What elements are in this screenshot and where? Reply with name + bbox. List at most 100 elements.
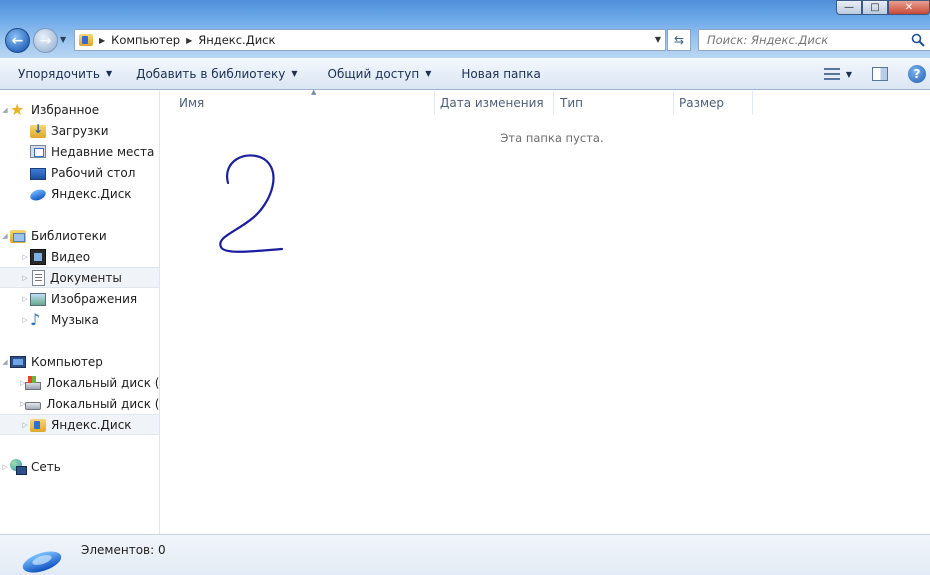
chevron-down-icon: ▼ [425,69,432,78]
expand-triangle-icon[interactable]: ▷ [20,274,30,282]
yandex-disk-folder-icon [30,419,46,432]
nav-item-label: Недавние места [51,144,155,159]
nav-item-yandex-disk[interactable]: ▷ Яндекс.Диск [0,414,159,435]
nav-favorites[interactable]: ◢ ★ Избранное [0,99,159,120]
view-options-dropdown[interactable]: ▼ [846,70,852,79]
nav-item-recent-places[interactable]: Недавние места [0,141,159,162]
minimize-icon: — [844,2,854,13]
organize-button[interactable]: Упорядочить ▼ [18,67,112,81]
recent-places-icon [30,145,46,158]
nav-item-images[interactable]: ▷ Изображения [0,288,159,309]
libraries-icon [10,230,26,243]
breadcrumb-separator-icon[interactable]: ▶ [186,36,192,45]
forward-button[interactable]: → [33,28,58,53]
recent-pages-dropdown[interactable]: ▼ [60,35,66,44]
address-bar[interactable]: ▶ Компьютер ▶ Яндекс.Диск ▼ [74,29,666,51]
title-bar: — □ ✕ ← → ▼ ▶ Компьютер ▶ Яндекс.Диск ▼ … [0,0,930,58]
organize-label: Упорядочить [18,66,100,81]
nav-item-label: Музыка [51,312,99,327]
expand-triangle-icon[interactable]: ▷ [20,295,30,303]
nav-libraries-label: Библиотеки [31,228,107,243]
command-bar: Упорядочить ▼ Добавить в библиотеку ▼ Об… [0,58,930,90]
new-folder-button[interactable]: Новая папка [461,67,540,81]
column-header-label: Размер [679,96,725,110]
address-history-dropdown[interactable]: ▼ [655,35,661,44]
star-icon: ★ [10,99,25,119]
nav-computer-label: Компьютер [31,354,103,369]
nav-item-yandex-disk-favorite[interactable]: Яндекс.Диск [0,183,159,204]
empty-folder-message: Эта папка пуста. [500,131,604,145]
breadcrumb-separator-icon[interactable]: ▶ [99,36,105,45]
collapse-triangle-icon[interactable]: ◢ [0,358,10,366]
expand-triangle-icon[interactable]: ▷ [20,253,30,261]
handwritten-number-annotation [219,154,284,253]
search-box[interactable] [698,29,930,51]
column-header-date-modified[interactable]: Дата изменения [434,91,554,115]
search-input[interactable] [707,33,907,47]
chevron-down-icon: ▼ [291,69,298,78]
share-button[interactable]: Общий доступ ▼ [328,67,432,81]
nav-item-label: Яндекс.Диск [51,417,132,432]
nav-item-desktop[interactable]: Рабочий стол [0,162,159,183]
help-icon[interactable]: ? [908,65,926,83]
nav-libraries[interactable]: ◢ Библиотеки [0,225,159,246]
nav-item-music[interactable]: ▷ ♪ Музыка [0,309,159,330]
navigation-pane: ◢ ★ Избранное Загрузки Недавние места Ра… [0,91,160,534]
column-header-type[interactable]: Тип [554,91,674,115]
nav-item-label: Изображения [51,291,138,306]
column-header-size[interactable]: Размер [673,91,753,115]
nav-item-label: Видео [51,249,91,264]
close-button[interactable]: ✕ [888,0,930,15]
items-count: Элементов: 0 [81,543,166,557]
refresh-icon: ⇆ [673,33,685,47]
breadcrumb-yandex-disk[interactable]: Яндекс.Диск [198,33,275,47]
expand-triangle-icon[interactable]: ▷ [0,463,10,471]
toolbar-right: ▼ ? [823,58,930,90]
new-folder-label: Новая папка [461,66,541,81]
file-list[interactable]: Имя ▲ Дата изменения Тип Размер Эта папк… [161,88,930,534]
breadcrumb-computer[interactable]: Компьютер [111,33,180,47]
add-to-library-button[interactable]: Добавить в библиотеку ▼ [136,67,297,81]
search-icon[interactable] [911,33,925,47]
view-options-icon[interactable] [823,68,840,80]
collapse-triangle-icon[interactable]: ◢ [0,232,10,240]
downloads-folder-icon [30,122,46,138]
nav-item-video[interactable]: ▷ Видео [0,246,159,267]
nav-computer[interactable]: ◢ Компьютер [0,351,159,372]
nav-item-label: Локальный диск (C [46,375,160,390]
sort-ascending-icon: ▲ [311,88,317,96]
back-button[interactable]: ← [5,28,30,53]
nav-item-label: Документы [50,270,122,285]
maximize-button[interactable]: □ [862,0,888,15]
yandex-disk-large-icon [22,551,62,573]
yandex-disk-icon [28,187,48,203]
window-controls: — □ ✕ [836,0,930,15]
nav-item-disk-d[interactable]: ▷ Локальный диск (D [0,393,160,414]
column-header-name[interactable]: Имя ▲ [173,88,435,115]
nav-item-documents[interactable]: ▷ Документы [0,267,159,288]
nav-item-label: Яндекс.Диск [51,186,132,201]
expand-triangle-icon[interactable]: ▷ [20,316,30,324]
collapse-triangle-icon[interactable]: ◢ [0,106,10,114]
nav-favorites-label: Избранное [31,102,100,117]
chevron-down-icon: ▼ [105,69,113,78]
expand-triangle-icon[interactable]: ▷ [20,421,30,429]
arrow-left-icon: ← [11,32,24,49]
images-library-icon [30,293,46,306]
refresh-button[interactable]: ⇆ [667,29,691,51]
nav-item-disk-c[interactable]: ▷ Локальный диск (C [0,372,160,393]
nav-item-label: Локальный диск (D [46,396,160,411]
network-icon [10,458,27,475]
computer-icon [10,356,26,368]
yandex-disk-folder-icon [79,34,93,46]
column-header-label: Имя [179,96,205,110]
share-label: Общий доступ [327,66,420,81]
music-note-icon: ♪ [30,309,41,329]
desktop-icon [30,167,46,180]
nav-network[interactable]: ▷ Сеть [0,456,159,477]
minimize-button[interactable]: — [836,0,862,15]
nav-item-downloads[interactable]: Загрузки [0,120,159,141]
preview-pane-icon[interactable] [872,67,888,81]
nav-item-label: Рабочий стол [51,165,136,180]
add-to-library-label: Добавить в библиотеку [136,66,286,81]
